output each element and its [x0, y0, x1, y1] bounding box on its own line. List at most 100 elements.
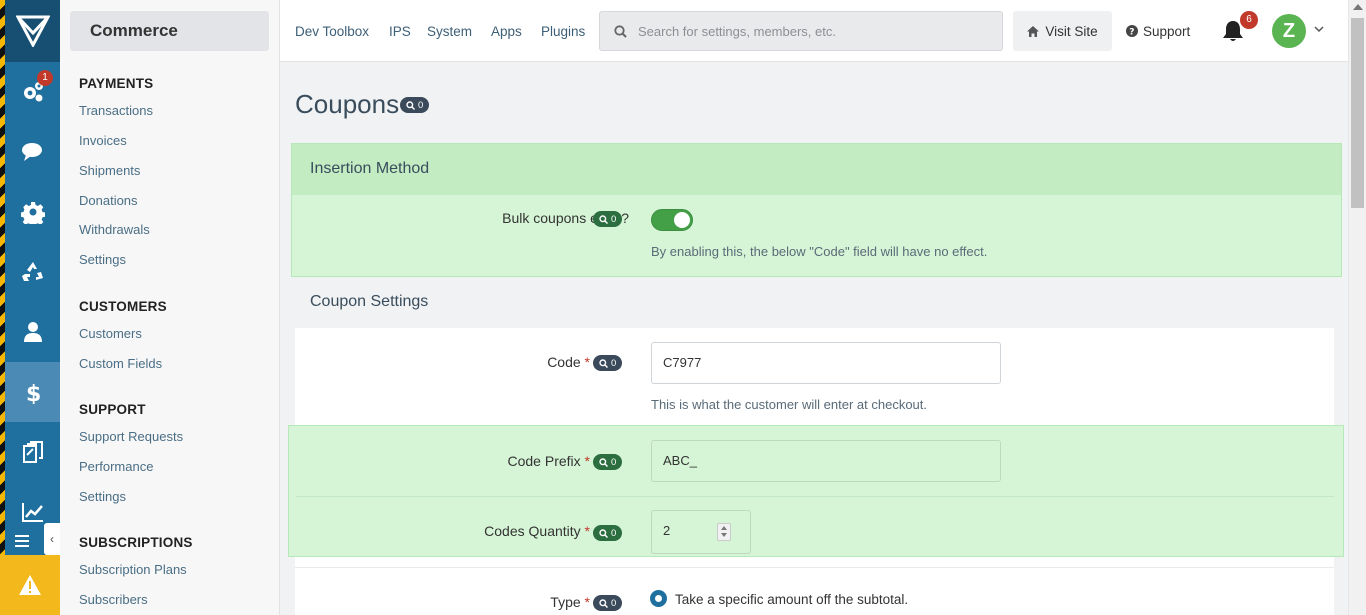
warning-icon [19, 575, 41, 595]
scroll-thumb[interactable] [1351, 18, 1364, 208]
rail-item-commerce[interactable]: $ [5, 362, 60, 422]
type-option-label[interactable]: Take a specific amount off the subtotal. [675, 592, 908, 607]
rail-item-pages[interactable] [5, 422, 60, 482]
section-title-insertion: Insertion Method [310, 160, 430, 177]
sidebar-item-invoices[interactable]: Invoices [79, 133, 127, 148]
code-badge-count: 0 [611, 357, 617, 369]
codes-quantity-label: Codes Quantity * [430, 523, 590, 539]
sidebar-item-custom-fields[interactable]: Custom Fields [79, 356, 162, 371]
codes-quantity-text: Codes Quantity [484, 523, 581, 539]
nav-group-customers: CUSTOMERS [79, 299, 167, 314]
nav-group-payments: PAYMENTS [79, 76, 154, 91]
page-title: Coupons [295, 89, 400, 119]
chart-icon [21, 503, 43, 522]
sidebar-item-shipments[interactable]: Shipments [79, 163, 140, 178]
app-switcher[interactable]: Commerce [70, 11, 269, 51]
search-icon [599, 598, 608, 608]
sidebar-item-payment-settings[interactable]: Settings [79, 252, 126, 267]
chat-icon [21, 143, 42, 161]
rail-item-system[interactable]: 1 [5, 62, 60, 122]
bulk-coupons-badge[interactable]: 0 [593, 211, 623, 227]
top-bar: Dev Toolbox IPS System Apps Plugins Visi… [280, 0, 1348, 62]
title-search-badge[interactable]: 0 [400, 97, 430, 113]
nav-plugins[interactable]: Plugins [541, 24, 585, 39]
search-box [599, 11, 1003, 51]
search-icon [599, 358, 608, 368]
scroll-up-arrow[interactable] [1353, 4, 1363, 10]
code-field[interactable]: C7977 [651, 342, 1001, 384]
nav-apps[interactable]: Apps [491, 24, 522, 39]
stepper-up-icon[interactable] [721, 526, 727, 530]
nav-system[interactable]: System [427, 24, 472, 39]
bulk-coupons-description: By enabling this, the below "Code" field… [651, 244, 988, 259]
secondary-sidebar: Commerce PAYMENTS Transactions Invoices … [60, 0, 280, 615]
required-mark: * [584, 354, 590, 370]
svg-text:$: $ [26, 382, 41, 404]
insertion-method-header [292, 144, 1341, 195]
sidebar-item-donations[interactable]: Donations [79, 193, 138, 208]
sidebar-item-subscription-plans[interactable]: Subscription Plans [79, 562, 187, 577]
sidebar-item-support-settings[interactable]: Settings [79, 489, 126, 504]
user-icon [23, 322, 42, 342]
code-prefix-field[interactable]: ABC_ [651, 440, 1001, 482]
sidebar-item-support-requests[interactable]: Support Requests [79, 429, 183, 444]
codes-quantity-badge[interactable]: 0 [593, 525, 623, 541]
rail-badge: 1 [37, 70, 53, 86]
nav-group-support: SUPPORT [79, 402, 146, 417]
sidebar-item-transactions[interactable]: Transactions [79, 103, 153, 118]
hamburger-icon [15, 535, 29, 547]
gear-icon [20, 202, 45, 224]
support-label: Support [1143, 23, 1191, 39]
nav-dev-toolbox[interactable]: Dev Toolbox [295, 24, 369, 39]
search-icon [406, 100, 415, 110]
visit-site-label: Visit Site [1045, 23, 1098, 39]
logo[interactable] [5, 0, 60, 62]
code-label-text: Code [547, 354, 581, 370]
question-circle-icon: ? [1126, 25, 1138, 37]
dollar-icon: $ [26, 382, 41, 404]
code-prefix-badge[interactable]: 0 [593, 454, 623, 470]
codes-quantity-stepper[interactable]: 2 [651, 510, 751, 554]
sidebar-item-subscribers[interactable]: Subscribers [79, 592, 148, 607]
stepper-down-icon[interactable] [721, 533, 727, 537]
rail-item-members[interactable] [5, 302, 60, 362]
rail-item-community[interactable] [5, 122, 60, 182]
type-badge[interactable]: 0 [593, 595, 623, 611]
quantity-badge-count: 0 [611, 527, 617, 539]
bulk-coupons-toggle[interactable] [651, 209, 693, 231]
chevron-down-icon[interactable] [1314, 24, 1324, 34]
rail-item-settings[interactable] [5, 182, 60, 242]
code-prefix-label: Code Prefix * [430, 453, 591, 469]
icon-rail: 1 $ ‹ [0, 0, 60, 615]
stepper-arrows[interactable] [717, 523, 731, 541]
home-icon [1027, 25, 1040, 37]
code-description: This is what the customer will enter at … [651, 397, 928, 412]
collapse-sidebar-button[interactable]: ‹ [44, 523, 60, 555]
type-badge-count: 0 [611, 597, 617, 609]
code-badge[interactable]: 0 [593, 355, 623, 371]
title-badge-count: 0 [418, 99, 424, 111]
logo-icon [15, 15, 50, 47]
bulk-badge-count: 0 [611, 213, 617, 225]
rail-item-recycle[interactable] [5, 242, 60, 302]
search-icon [599, 528, 608, 538]
visit-site-button[interactable]: Visit Site [1013, 11, 1112, 51]
notification-badge: 6 [1240, 11, 1258, 29]
avatar[interactable]: Z [1272, 14, 1306, 48]
support-button[interactable]: ? Support [1126, 11, 1190, 51]
page-scrollbar[interactable] [1348, 0, 1366, 615]
sidebar-item-performance[interactable]: Performance [79, 459, 153, 474]
sidebar-item-withdrawals[interactable]: Withdrawals [79, 222, 150, 237]
type-radio-selected[interactable] [650, 590, 667, 607]
search-input[interactable] [638, 12, 988, 50]
nav-ips[interactable]: IPS [389, 24, 411, 39]
codes-quantity-value: 2 [663, 523, 671, 538]
divider [296, 496, 1334, 497]
warning-button[interactable] [0, 555, 60, 615]
clipboard-icon [22, 441, 43, 463]
type-label: Type * [430, 594, 590, 610]
search-icon [599, 457, 608, 467]
sidebar-item-customers[interactable]: Customers [79, 326, 142, 341]
section-title-coupon-settings: Coupon Settings [310, 293, 429, 310]
prefix-badge-count: 0 [611, 456, 617, 468]
